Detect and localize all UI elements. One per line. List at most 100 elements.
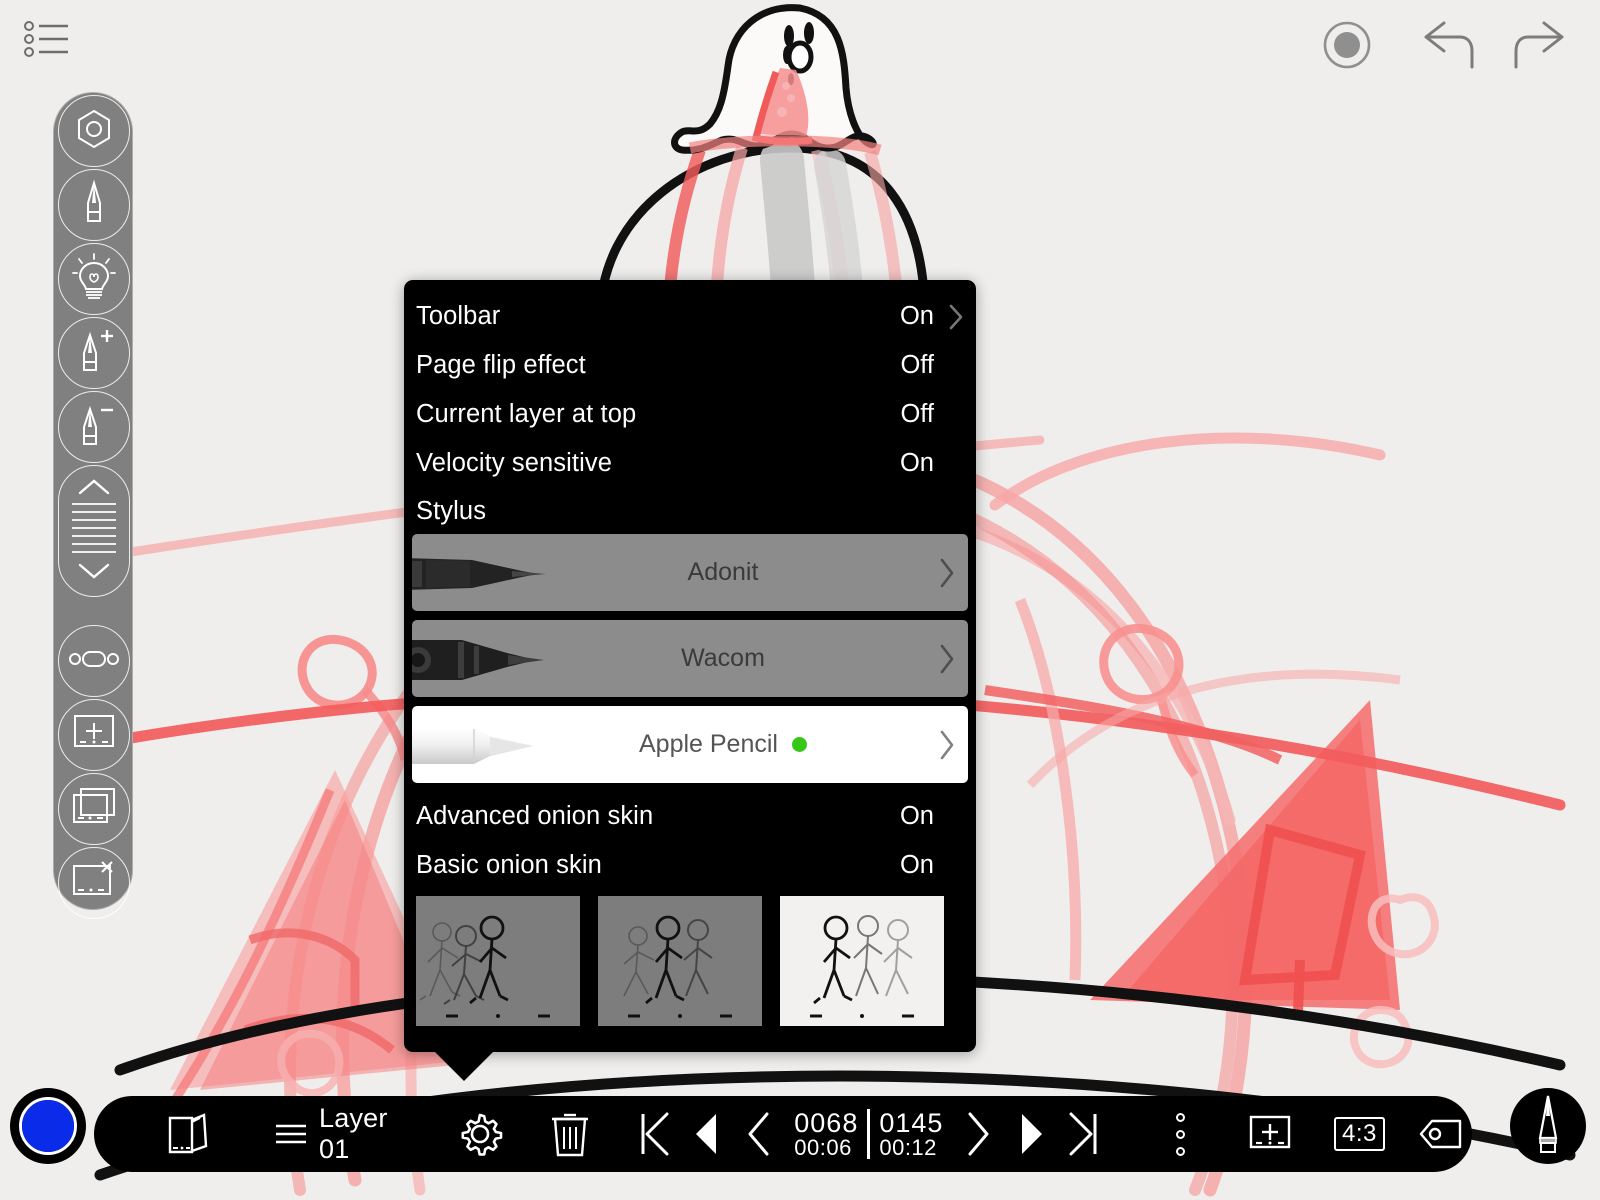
pages-icon — [162, 1110, 214, 1158]
color-swatch[interactable] — [10, 1088, 86, 1164]
setting-label: Toolbar — [416, 302, 501, 330]
step-back-button[interactable] — [733, 1096, 785, 1172]
pages-button[interactable] — [156, 1096, 219, 1172]
aspect-ratio-button[interactable]: 4:3 — [1326, 1096, 1392, 1172]
tool-color-picker[interactable] — [58, 95, 130, 167]
setting-row-basic-onion-skin[interactable]: Basic onion skin On — [404, 841, 976, 890]
current-frame: 0068 00:06 — [785, 1107, 867, 1160]
play-icon — [1005, 1112, 1057, 1156]
setting-label: Advanced onion skin — [416, 802, 654, 830]
frame-plus-icon — [71, 713, 117, 758]
chevron-right-icon — [948, 303, 964, 331]
stylus-row-wacom[interactable]: Wacom — [412, 620, 968, 697]
more-vertical-icon — [1154, 1112, 1206, 1156]
apple-pencil-image — [412, 706, 548, 783]
tool-rail — [53, 92, 133, 919]
frame-copy-icon — [70, 786, 118, 833]
tool-pen[interactable] — [58, 169, 130, 241]
more-options-button[interactable] — [1154, 1096, 1207, 1172]
tool-pen-decrease[interactable] — [58, 391, 130, 463]
current-frame-number: 0068 — [794, 1107, 859, 1138]
aspect-ratio-label: 4:3 — [1333, 1117, 1385, 1151]
last-frame-button[interactable] — [1057, 1096, 1110, 1172]
tool-duplicate-frame[interactable] — [58, 773, 130, 845]
list-menu-icon[interactable] — [22, 18, 74, 60]
frame-plus-icon — [1244, 1114, 1296, 1154]
onion-thumbnail[interactable] — [416, 896, 580, 1026]
tool-delete-frame[interactable] — [58, 847, 130, 919]
stylus-name: Wacom — [681, 644, 765, 672]
step-forward-button[interactable] — [952, 1096, 1004, 1172]
onion-thumbnail[interactable] — [598, 896, 762, 1026]
stylus-name: Adonit — [687, 558, 759, 586]
stylus-row-adonit[interactable]: Adonit — [412, 534, 968, 611]
setting-label: Velocity sensitive — [416, 449, 612, 477]
setting-row-advanced-onion-skin[interactable]: Advanced onion skin On — [404, 792, 976, 841]
total-frame-time: 00:12 — [879, 1134, 937, 1160]
setting-value: On — [899, 449, 934, 477]
bottom-toolbar: Layer 01 0068 00:06 0145 00:12 4:3 — [94, 1096, 1472, 1172]
add-frame-button[interactable] — [1239, 1096, 1300, 1172]
pen-icon — [72, 179, 116, 232]
pen-plus-icon — [70, 327, 118, 380]
skip-to-end-icon — [1058, 1111, 1110, 1157]
setting-label: Basic onion skin — [416, 851, 602, 879]
current-frame-time: 00:06 — [794, 1134, 852, 1160]
popup-pointer — [434, 1051, 494, 1081]
setting-label: Stylus — [416, 496, 487, 525]
pill-handle-icon — [69, 646, 119, 677]
stylus-row-apple-pencil[interactable]: Apple Pencil — [412, 706, 968, 783]
tag-icon — [1415, 1118, 1467, 1150]
setting-row-current-layer-at-top[interactable]: Current layer at top Off — [404, 390, 976, 439]
setting-value: Off — [900, 400, 934, 428]
setting-value: On — [899, 302, 934, 330]
setting-label: Current layer at top — [416, 400, 637, 428]
tool-pen-increase[interactable] — [58, 317, 130, 389]
pen-minus-icon — [70, 401, 118, 454]
tool-opacity-slider[interactable] — [58, 465, 130, 597]
brush-icon — [1531, 1094, 1565, 1159]
first-frame-button[interactable] — [628, 1096, 681, 1172]
chevron-right-icon — [926, 557, 968, 589]
chevron-left-icon — [733, 1111, 785, 1157]
tag-button[interactable] — [1411, 1096, 1472, 1172]
setting-row-toolbar[interactable]: Toolbar On — [404, 292, 976, 341]
settings-button[interactable] — [447, 1096, 512, 1172]
delete-button[interactable] — [540, 1096, 600, 1172]
undo-icon[interactable] — [1414, 14, 1476, 76]
color-swatch-ring — [19, 1097, 77, 1155]
lightbulb-icon — [71, 252, 117, 306]
setting-row-velocity-sensitive[interactable]: Velocity sensitive On — [404, 439, 976, 488]
hexagon-color-icon — [72, 107, 116, 156]
slider-lines-icon — [66, 473, 122, 590]
setting-value: On — [899, 851, 934, 879]
frame-x-icon — [70, 860, 118, 907]
redo-icon[interactable] — [1512, 14, 1574, 76]
onion-thumbnail[interactable] — [780, 896, 944, 1026]
color-swatch-fill — [22, 1100, 74, 1152]
setting-row-stylus: Stylus — [404, 488, 976, 534]
play-reverse-icon — [681, 1112, 733, 1156]
layer-label: Layer 01 — [319, 1103, 388, 1164]
adonit-stylus-image — [412, 534, 548, 611]
chevron-right-icon — [926, 643, 968, 675]
stylus-name: Apple Pencil — [534, 730, 912, 759]
layers-list-icon — [274, 1120, 308, 1148]
record-icon[interactable] — [1316, 14, 1378, 76]
tool-add-frame[interactable] — [58, 699, 130, 771]
settings-popup: Toolbar On Page flip effect Off Current … — [404, 280, 976, 1081]
total-frame-number: 0145 — [879, 1107, 944, 1138]
tool-light[interactable] — [58, 243, 130, 315]
tool-handle[interactable] — [58, 625, 130, 697]
brush-tool-button[interactable] — [1510, 1088, 1586, 1164]
total-frames: 0145 00:12 — [870, 1107, 952, 1160]
wacom-stylus-image — [412, 620, 548, 697]
frame-counter[interactable]: 0068 00:06 0145 00:12 — [785, 1096, 952, 1172]
chevron-right-icon — [926, 729, 968, 761]
setting-row-page-flip-effect[interactable]: Page flip effect Off — [404, 341, 976, 390]
layer-button[interactable]: Layer 01 — [274, 1096, 403, 1172]
trash-icon — [544, 1109, 596, 1159]
play-reverse-button[interactable] — [680, 1096, 733, 1172]
onion-thumbnail-list — [404, 890, 976, 1026]
play-button[interactable] — [1004, 1096, 1057, 1172]
